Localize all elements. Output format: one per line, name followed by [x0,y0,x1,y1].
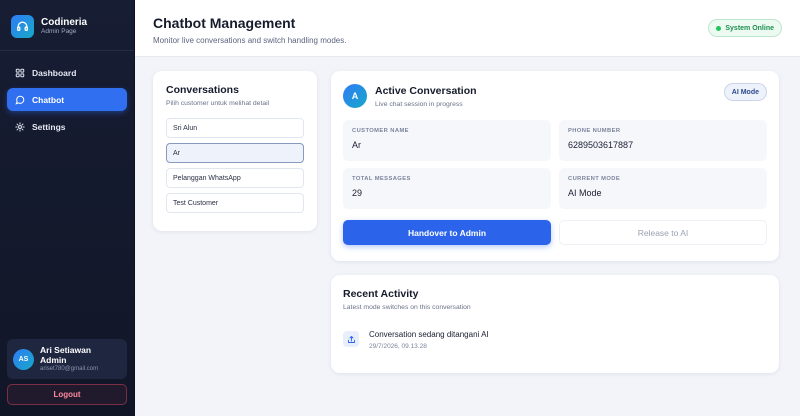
total-messages-box: TOTAL MESSAGES 29 [343,168,551,209]
avatar: AS [13,348,34,370]
status-badge: System Online [708,19,782,37]
conversations-card: Conversations Pilih customer untuk melih… [153,71,317,231]
sidebar-item-label: Settings [32,121,66,132]
sidebar-nav: Dashboard Chatbot Settings [7,61,127,138]
user-role: Admin [40,355,67,365]
conversations-subtitle: Pilih customer untuk melihat detail [166,100,270,107]
activity-time: 29/7/2026, 09.13.28 [369,343,427,350]
page-title: Chatbot Management [153,15,296,31]
app-root: Codineria Admin Page Dashboard Chatbot S… [0,0,800,416]
brand-name: Codineria [41,17,88,28]
release-button[interactable]: Release to AI [559,220,767,245]
page-subtitle: Monitor live conversations and switch ha… [153,36,347,45]
conversation-details: CUSTOMER NAME Ar PHONE NUMBER 6289503617… [343,120,767,209]
activity-subtitle: Latest mode switches on this conversatio… [343,304,471,311]
sidebar-item-dashboard[interactable]: Dashboard [7,61,127,84]
handover-button[interactable]: Handover to Admin [343,220,551,245]
sidebar-item-label: Dashboard [32,67,77,78]
recent-activity-card: Recent Activity Latest mode switches on … [331,275,779,373]
sidebar-item-label: Chatbot [32,94,65,105]
activity-text: Conversation sedang ditangani AI [369,330,489,339]
info-value: AI Mode [568,188,602,198]
active-conversation-header: A Active Conversation Live chat session … [343,84,767,108]
info-value: 29 [352,188,363,198]
grid-icon [15,68,25,78]
conversations-title: Conversations [166,84,239,96]
info-value: 6289503617887 [568,140,634,150]
sidebar-item-settings[interactable]: Settings [7,115,127,138]
activity-title: Recent Activity [343,288,419,300]
active-conversation-title: Active Conversation [375,84,477,97]
active-conversation-card: A Active Conversation Live chat session … [331,71,779,261]
current-mode-box: CURRENT MODE AI Mode [559,168,767,209]
user-card: AS Ari Setiawan Admin ariset780@gmail.co… [7,339,127,379]
main-content: Chatbot Management Monitor live conversa… [135,0,800,416]
sidebar-item-chatbot[interactable]: Chatbot [7,88,127,111]
brand-subtitle: Admin Page [41,28,77,35]
activity-item: Conversation sedang ditangani AI 29/7/20… [343,330,767,350]
brand: Codineria Admin Page [0,0,134,51]
phone-number-box: PHONE NUMBER 6289503617887 [559,120,767,161]
info-label: PHONE NUMBER [568,128,621,134]
conversation-list: Sri Alun Ar Pelanggan WhatsApp Test Cust… [166,118,304,213]
online-dot-icon [716,25,722,31]
status-text: System Online [725,24,774,32]
list-item[interactable]: Sri Alun [166,118,304,138]
info-label: CUSTOMER NAME [352,128,409,134]
mode-badge: AI Mode [723,83,767,101]
customer-avatar: A [343,84,367,108]
headset-icon [11,15,34,38]
mode-actions: Handover to Admin Release to AI [343,220,767,245]
active-conversation-subtitle: Live chat session in progress [375,100,463,108]
info-label: TOTAL MESSAGES [352,176,411,182]
user-name: Ari Setiawan [40,345,92,355]
page-header: Chatbot Management Monitor live conversa… [135,0,800,57]
gear-icon [15,121,25,132]
chat-icon [15,95,25,105]
info-label: CURRENT MODE [568,176,621,182]
switch-icon [343,331,359,347]
info-value: Ar [352,140,361,150]
sidebar: Codineria Admin Page Dashboard Chatbot S… [0,0,135,416]
list-item[interactable]: Test Customer [166,193,304,213]
logout-button[interactable]: Logout [7,384,127,405]
customer-name-box: CUSTOMER NAME Ar [343,120,551,161]
user-email: ariset780@gmail.com [40,366,99,372]
list-item[interactable]: Pelanggan WhatsApp [166,168,304,188]
list-item-selected[interactable]: Ar [166,143,304,163]
